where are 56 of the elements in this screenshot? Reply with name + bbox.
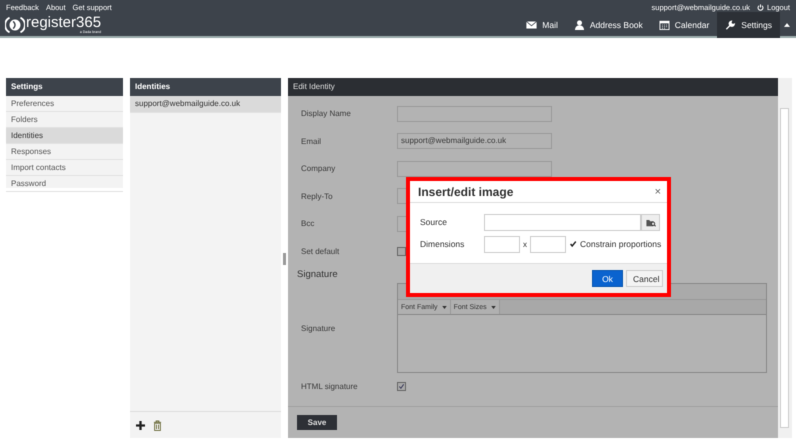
calendar-icon	[658, 20, 670, 30]
panel-header: Settings	[6, 78, 123, 96]
caret-down-icon	[442, 306, 447, 308]
section-heading: Signature	[297, 269, 338, 281]
field-label: Display Name	[301, 109, 352, 118]
checkbox[interactable]	[397, 246, 406, 256]
field-label: Bcc	[301, 219, 316, 228]
close-button[interactable]: ×	[654, 186, 661, 198]
field-label: Dimensions	[420, 239, 466, 249]
settings-item[interactable]: Identities	[6, 128, 123, 144]
wrench-icon	[725, 20, 736, 30]
settings-item[interactable]: Import contacts	[6, 160, 123, 176]
nav-tab[interactable]: Mail	[518, 12, 566, 38]
field-label: Set default	[301, 246, 340, 256]
field-label: HTML signature	[301, 382, 359, 392]
logo-icon	[5, 15, 25, 35]
width-field[interactable]	[484, 236, 520, 252]
folder-search-icon	[646, 218, 656, 226]
height-field[interactable]	[530, 236, 566, 252]
identity-item[interactable]: support@webmailguide.co.uk	[130, 96, 281, 113]
checkbox-label: Constrain proportions	[580, 239, 662, 249]
text-field[interactable]	[397, 160, 552, 177]
dialog-title: Insert/edit image	[418, 184, 514, 198]
field-label: Email	[301, 136, 322, 146]
source-field[interactable]	[484, 214, 641, 230]
field-label: Reply-To	[301, 192, 334, 201]
nav-tab[interactable]: Settings	[717, 12, 780, 38]
panel-header: Edit Identity	[288, 78, 778, 96]
field-label: Company	[301, 164, 336, 174]
times-sign: x	[522, 240, 528, 248]
save-button[interactable]: Save	[297, 415, 337, 430]
brand-name: register365	[26, 16, 102, 30]
settings-item[interactable]: Responses	[6, 144, 123, 160]
plus-icon[interactable]	[136, 420, 145, 430]
nav-tab[interactable]: Address Book	[566, 12, 651, 38]
ok-button[interactable]: Ok	[592, 270, 623, 287]
panel-header: Identities	[130, 78, 281, 96]
scrollbar[interactable]	[778, 78, 792, 438]
browse-button[interactable]	[641, 214, 660, 230]
caret-up-icon[interactable]	[784, 23, 790, 27]
text-field[interactable]: support@webmailguide.co.uk	[397, 133, 552, 150]
checkbox[interactable]	[397, 382, 406, 392]
power-icon	[757, 4, 764, 10]
trash-icon[interactable]	[153, 420, 162, 430]
person-icon	[574, 20, 585, 30]
settings-item[interactable]: Preferences	[6, 96, 123, 112]
field-label: Signature	[301, 324, 336, 332]
nav-tab[interactable]: Calendar	[650, 12, 718, 38]
settings-item[interactable]: Password	[6, 176, 123, 192]
text-field[interactable]	[397, 106, 552, 122]
splitter-handle[interactable]	[283, 253, 286, 265]
caret-down-icon	[490, 306, 496, 308]
envelope-icon	[526, 20, 538, 30]
checkbox[interactable]	[569, 240, 577, 248]
cancel-button[interactable]: Cancel	[626, 270, 663, 287]
field-label: Source	[420, 217, 448, 227]
